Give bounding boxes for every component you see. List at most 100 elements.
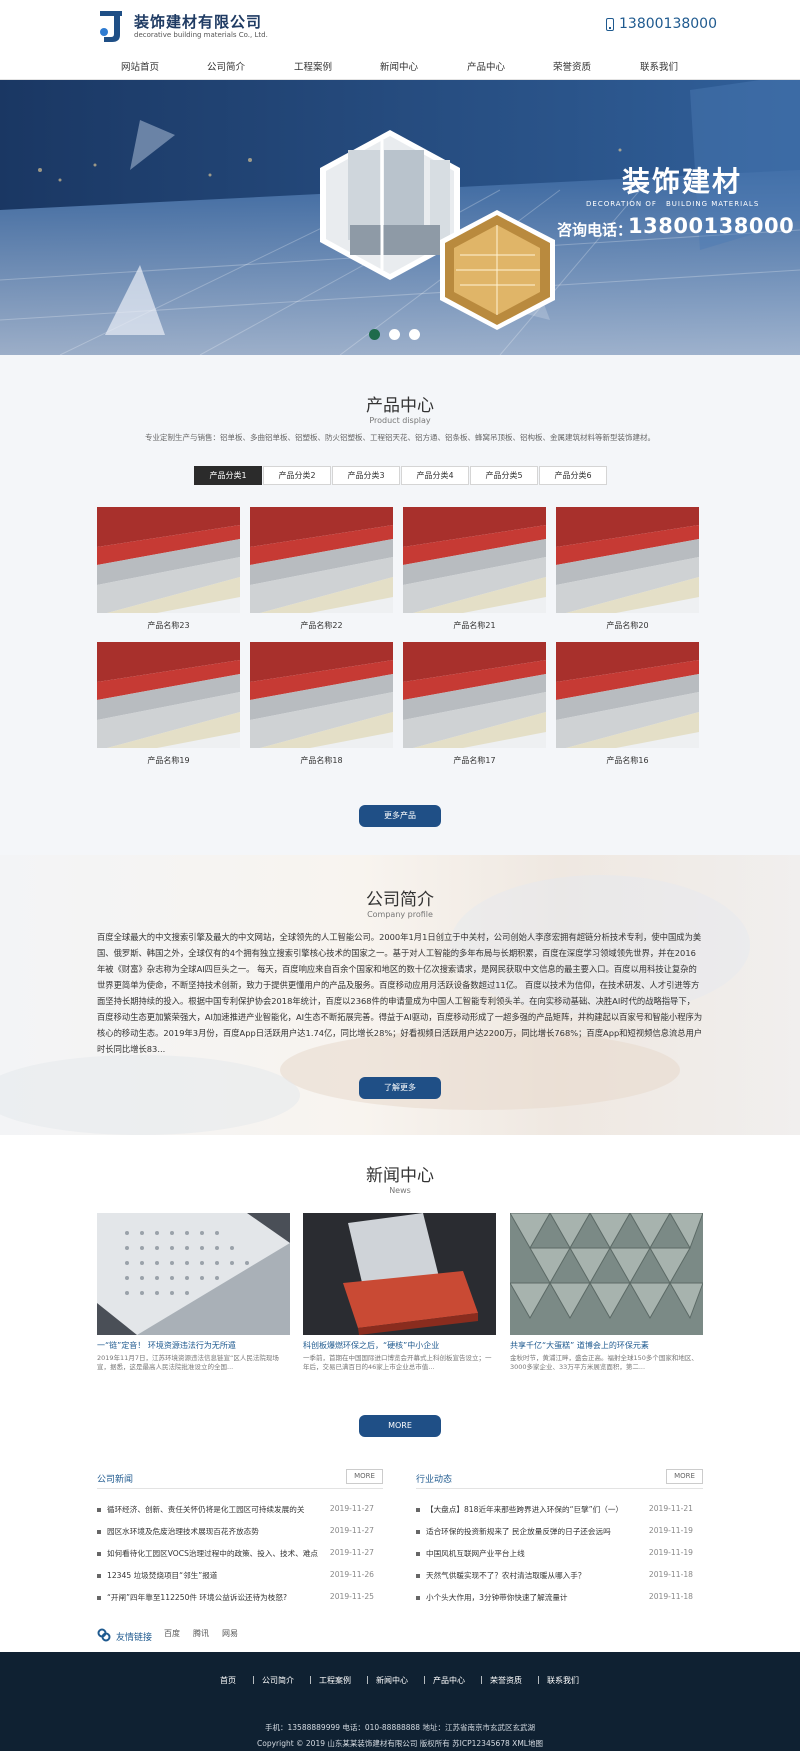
news-card-2[interactable]: 科创板爆燃环保之后，“硬核”中小企业 一季前，首期在中国国际进口博览会开幕式上科… <box>303 1213 496 1372</box>
product-image <box>97 642 240 748</box>
list-item-title[interactable]: 天然气供暖实现不了？农村清洁取暖从哪入手？ <box>426 1571 585 1580</box>
more-products-button[interactable]: 更多产品 <box>359 805 441 827</box>
list-item[interactable]: 中国风机互联网产业平台上线 2019-11-19 <box>416 1548 693 1566</box>
product-card[interactable]: 产品名称18 <box>250 642 393 767</box>
product-image <box>97 507 240 613</box>
list-item-date: 2019-11-18 <box>648 1592 693 1601</box>
about-section: 公司简介 Company profile 百度全球最大的中文搜索引擎及最大的中文… <box>0 855 800 1135</box>
list-item[interactable]: 12345 垃圾焚烧项目“邻生”报道 2019-11-26 <box>97 1570 374 1588</box>
product-tab-3[interactable]: 产品分类3 <box>332 466 400 485</box>
friend-link-1[interactable]: 百度 <box>164 1628 180 1639</box>
list-item-title[interactable]: 适合环保的投资新规来了 民企放量反弹的日子还会远吗 <box>426 1527 611 1536</box>
list-item[interactable]: 天然气供暖实现不了？农村清洁取暖从哪入手？ 2019-11-18 <box>416 1570 693 1588</box>
news-card-3[interactable]: 共享千亿“大蛋糕” 道博会上的环保元素 金秋时节，黄浦江畔，盛会正高。福射全球1… <box>510 1213 703 1372</box>
product-card[interactable]: 产品名称17 <box>403 642 546 767</box>
product-tab-1[interactable]: 产品分类1 <box>194 466 262 485</box>
footer-nav-products[interactable]: 产品中心 <box>433 1675 465 1686</box>
nav-item-home[interactable]: 网站首页 <box>105 59 175 73</box>
list-item-title[interactable]: 中国风机互联网产业平台上线 <box>426 1549 525 1558</box>
list-item[interactable]: 【大盘点】818近年来那些跨界进入环保的“巨擘”们（一） 2019-11-21 <box>416 1504 693 1522</box>
products-description: 专业定制生产与销售：铝单板、多曲铝单板、铝塑板、防火铝塑板、工程铝天花、铝方通、… <box>145 433 655 442</box>
slide-dot-1[interactable] <box>369 329 380 340</box>
product-image <box>250 507 393 613</box>
news-image-1 <box>97 1213 290 1335</box>
bullet-icon <box>416 1529 420 1534</box>
product-card[interactable]: 产品名称16 <box>556 642 699 767</box>
footer-separator: | <box>309 1675 312 1684</box>
list-item-date: 2019-11-19 <box>648 1548 693 1557</box>
link-chain-icon <box>97 1628 111 1642</box>
list-item-date: 2019-11-19 <box>648 1526 693 1535</box>
product-card[interactable]: 产品名称23 <box>97 507 240 632</box>
slide-dot-3[interactable] <box>409 329 420 340</box>
list-item[interactable]: 如何看待化工园区VOCS治理过程中的政策、投入、技术、难点 2019-11-27 <box>97 1548 374 1566</box>
product-image <box>556 642 699 748</box>
bullet-icon <box>97 1573 101 1578</box>
list-item-title[interactable]: 如何看待化工园区VOCS治理过程中的政策、投入、技术、难点 <box>107 1549 318 1558</box>
news-image-2 <box>303 1213 496 1335</box>
product-card[interactable]: 产品名称22 <box>250 507 393 632</box>
list-item-title[interactable]: “开闸”四年靠至112250件 环境公益诉讼还待为枝怒? <box>107 1593 287 1602</box>
nav-item-cases[interactable]: 工程案例 <box>278 59 348 73</box>
list-item[interactable]: 循环经济、创新、责任关怀仍将是化工园区可持续发展的关 2019-11-27 <box>97 1504 374 1522</box>
banner-title: 装饰建材 <box>622 165 743 198</box>
product-tab-5[interactable]: 产品分类5 <box>470 466 538 485</box>
list-item[interactable]: 小个头大作用，3分钟带你快速了解流量计 2019-11-18 <box>416 1592 693 1610</box>
list-item-title[interactable]: 循环经济、创新、责任关怀仍将是化工园区可持续发展的关 <box>107 1505 304 1514</box>
footer-nav-cases[interactable]: 工程案例 <box>319 1675 351 1686</box>
bullet-icon <box>97 1551 101 1556</box>
list-item[interactable]: 园区水环境及危废治理技术展现百花齐放态势 2019-11-27 <box>97 1526 374 1544</box>
company-news-more-button[interactable]: MORE <box>346 1469 383 1484</box>
nav-item-honors[interactable]: 荣誉资质 <box>537 59 607 73</box>
footer-nav-contact[interactable]: 联系我们 <box>547 1675 579 1686</box>
friend-link-3[interactable]: 网易 <box>222 1628 238 1639</box>
slide-dot-2[interactable] <box>389 329 400 340</box>
footer-copyright: Copyright © 2019 山东某某装饰建材有限公司 版权所有 苏ICP1… <box>257 1739 543 1748</box>
product-tab-2[interactable]: 产品分类2 <box>263 466 331 485</box>
list-item[interactable]: 适合环保的投资新规来了 民企放量反弹的日子还会远吗 2019-11-19 <box>416 1526 693 1544</box>
product-card[interactable]: 产品名称20 <box>556 507 699 632</box>
list-item-date: 2019-11-26 <box>329 1570 374 1579</box>
list-item[interactable]: “开闸”四年靠至112250件 环境公益诉讼还待为枝怒? 2019-11-25 <box>97 1592 374 1610</box>
products-subtitle: Product display <box>369 416 431 425</box>
news-card-desc: 2019年11月7日，江苏环境资源违法信息链宣“区人民法院现场宣，据悉，这是最高… <box>97 1354 279 1371</box>
news-card-title[interactable]: 科创板爆燃环保之后，“硬核”中小企业 <box>303 1340 496 1351</box>
nav-item-products[interactable]: 产品中心 <box>451 59 521 73</box>
news-image-3 <box>510 1213 703 1335</box>
bullet-icon <box>97 1595 101 1600</box>
list-item-date: 2019-11-27 <box>329 1504 374 1513</box>
news-card-1[interactable]: 一“链”定音！ 环境资源违法行为无所遁 2019年11月7日，江苏环境资源违法信… <box>97 1213 290 1372</box>
footer-nav-home[interactable]: 首页 <box>220 1675 236 1686</box>
nav-item-contact[interactable]: 联系我们 <box>624 59 694 73</box>
learn-more-button[interactable]: 了解更多 <box>359 1077 441 1099</box>
list-item-date: 2019-11-18 <box>648 1570 693 1579</box>
footer-nav-news[interactable]: 新闻中心 <box>376 1675 408 1686</box>
list-item-date: 2019-11-27 <box>329 1548 374 1557</box>
nav-item-about[interactable]: 公司简介 <box>191 59 261 73</box>
list-item-title[interactable]: 【大盘点】818近年来那些跨界进入环保的“巨擘”们（一） <box>426 1505 623 1514</box>
list-item-title[interactable]: 园区水环境及危废治理技术展现百花齐放态势 <box>107 1527 259 1536</box>
company-news-heading: 公司新闻 <box>97 1475 134 1485</box>
news-card-title[interactable]: 共享千亿“大蛋糕” 道博会上的环保元素 <box>510 1340 703 1351</box>
product-tab-4[interactable]: 产品分类4 <box>401 466 469 485</box>
bullet-icon <box>416 1595 420 1600</box>
hero-banner[interactable]: 装饰建材 DECORATION OF BUILDING MATERIALS 咨询… <box>0 80 800 355</box>
news-card-title[interactable]: 一“链”定音！ 环境资源违法行为无所遁 <box>97 1340 290 1351</box>
nav-item-news[interactable]: 新闻中心 <box>364 59 434 73</box>
footer-nav-honors[interactable]: 荣誉资质 <box>490 1675 522 1686</box>
news-title: 新闻中心 <box>366 1166 434 1186</box>
product-tab-6[interactable]: 产品分类6 <box>539 466 607 485</box>
industry-news-more-button[interactable]: MORE <box>666 1469 703 1484</box>
logo-icon[interactable] <box>100 11 130 43</box>
product-card[interactable]: 产品名称21 <box>403 507 546 632</box>
bullet-icon <box>416 1573 420 1578</box>
list-item-title[interactable]: 小个头大作用，3分钟带你快速了解流量计 <box>426 1593 568 1602</box>
product-card[interactable]: 产品名称19 <box>97 642 240 767</box>
list-item-title[interactable]: 12345 垃圾焚烧项目“邻生”报道 <box>107 1571 217 1580</box>
product-name: 产品名称22 <box>300 621 343 630</box>
footer-nav-about[interactable]: 公司简介 <box>262 1675 294 1686</box>
products-section: 产品中心 Product display 专业定制生产与销售：铝单板、多曲铝单板… <box>0 355 800 855</box>
mobile-phone-icon <box>606 17 614 31</box>
friend-link-2[interactable]: 腾讯 <box>193 1628 209 1639</box>
news-more-button[interactable]: MORE <box>359 1415 441 1437</box>
